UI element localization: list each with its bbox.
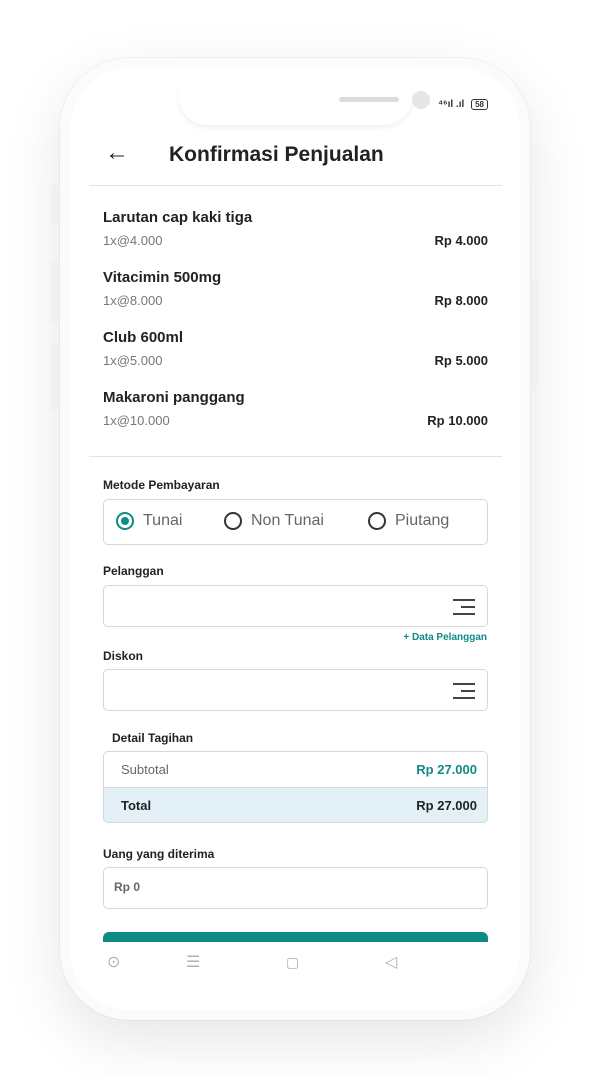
notch	[179, 87, 430, 125]
total-label: Total	[121, 798, 152, 813]
radio-label: Non Tunai	[251, 512, 324, 529]
radio-non-tunai[interactable]: Non Tunai	[224, 512, 324, 530]
phone-screen: ⁴⁶ıl .ıl 58 ← Konfirmasi Penjualan Larut…	[89, 87, 502, 987]
add-customer-link[interactable]: + Data Pelanggan	[403, 632, 487, 643]
payment-method-label: Metode Pembayaran	[103, 478, 220, 492]
list-item: Vitacimin 500mg 1x@8.000 Rp 8.000	[103, 269, 488, 329]
item-name: Larutan cap kaki tiga	[103, 209, 253, 226]
phone-volume-up-button	[51, 258, 58, 326]
subtotal-label: Subtotal	[121, 762, 169, 777]
bill-detail-label: Detail Tagihan	[112, 731, 194, 745]
discount-select[interactable]	[103, 669, 488, 711]
received-value: Rp 0	[114, 880, 141, 894]
item-price: Rp 4.000	[434, 233, 488, 248]
item-qty: 1x@10.000	[103, 413, 170, 428]
menu-lines-icon	[453, 596, 475, 616]
radio-selected-icon	[116, 512, 134, 530]
system-nav-bar: ⊙ ☰ ▢ ◁	[89, 942, 502, 987]
camera	[412, 91, 430, 109]
item-price: Rp 10.000	[427, 413, 488, 428]
item-qty: 1x@8.000	[103, 293, 163, 308]
payment-method-group: Tunai Non Tunai Piutang	[103, 499, 488, 545]
received-input[interactable]: Rp 0	[103, 867, 488, 909]
customer-select[interactable]	[103, 585, 488, 627]
battery-icon: 58	[471, 99, 488, 110]
menu-lines-icon	[453, 680, 475, 700]
radio-unselected-icon	[224, 512, 242, 530]
speaker	[339, 97, 399, 102]
radio-label: Piutang	[395, 512, 450, 529]
status-bar: ⁴⁶ıl .ıl 58	[89, 87, 502, 125]
subtotal-value: Rp 27.000	[416, 762, 477, 777]
divider	[89, 456, 502, 457]
menu-icon[interactable]: ☰	[186, 952, 200, 972]
radio-tunai[interactable]: Tunai	[116, 512, 182, 530]
item-qty: 1x@5.000	[103, 353, 163, 368]
total-row: Total Rp 27.000	[104, 787, 487, 822]
radio-piutang[interactable]: Piutang	[368, 512, 449, 530]
item-name: Vitacimin 500mg	[103, 269, 222, 286]
circle-icon[interactable]: ⊙	[107, 952, 120, 972]
page-title: Konfirmasi Penjualan	[169, 143, 384, 166]
list-item: Club 600ml 1x@5.000 Rp 5.000	[103, 329, 488, 389]
item-name: Club 600ml	[103, 329, 184, 346]
customer-label: Pelanggan	[103, 564, 164, 578]
phone-volume-down-button	[51, 344, 58, 412]
phone-power-button	[531, 280, 538, 390]
item-name: Makaroni panggang	[103, 389, 245, 406]
bill-detail-box: Subtotal Rp 27.000 Total Rp 27.000	[103, 751, 488, 823]
item-price: Rp 8.000	[434, 293, 488, 308]
list-item: Makaroni panggang 1x@10.000 Rp 10.000	[103, 389, 488, 449]
list-item: Larutan cap kaki tiga 1x@4.000 Rp 4.000	[103, 209, 488, 269]
phone-side-button	[51, 185, 58, 225]
radio-label: Tunai	[143, 512, 183, 529]
radio-unselected-icon	[368, 512, 386, 530]
back-triangle-icon[interactable]: ◁	[385, 952, 397, 972]
received-label: Uang yang diterima	[103, 847, 215, 861]
item-qty: 1x@4.000	[103, 233, 163, 248]
total-value: Rp 27.000	[416, 798, 477, 813]
discount-label: Diskon	[103, 649, 144, 663]
signal-icon: ⁴⁶ıl .ıl	[438, 99, 465, 110]
status-icons: ⁴⁶ıl .ıl 58	[438, 99, 488, 110]
arrow-left-icon[interactable]: ←	[105, 139, 129, 167]
subtotal-row: Subtotal Rp 27.000	[104, 752, 487, 786]
app-header: ← Konfirmasi Penjualan	[89, 125, 502, 186]
item-price: Rp 5.000	[434, 353, 488, 368]
home-icon[interactable]: ▢	[286, 954, 299, 971]
